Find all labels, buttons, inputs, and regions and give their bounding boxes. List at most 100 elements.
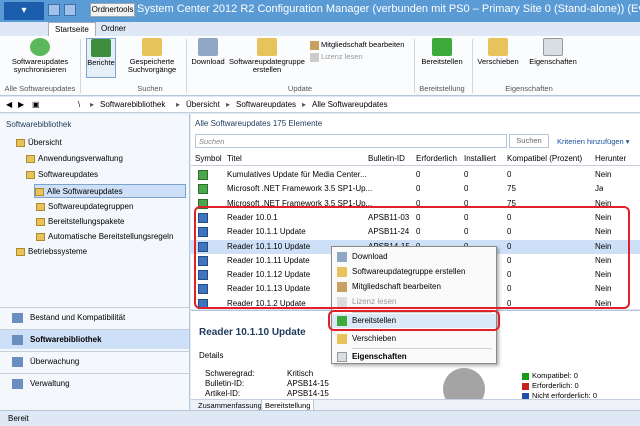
- edit-membership-button[interactable]: Mitgliedschaft bearbeiten: [310, 40, 404, 50]
- col-kompatibel[interactable]: Kompatibel (Prozent): [507, 154, 582, 163]
- app-menu-button[interactable]: ▾: [4, 2, 44, 20]
- highlight-reader-rows: [194, 206, 630, 309]
- detail-value: APSB14-15: [287, 379, 329, 388]
- menu-label: Verschieben: [352, 334, 397, 343]
- tree-item-alle-softwareupdates[interactable]: Alle Softwareupdates: [34, 184, 186, 198]
- sync-updates-button[interactable]: Softwareupdates synchronisieren: [8, 38, 72, 74]
- col-installiert[interactable]: Installiert: [464, 154, 496, 163]
- legend-label: Erforderlich: 0: [532, 381, 579, 390]
- tab-ordner[interactable]: Ordner: [95, 22, 132, 36]
- update-icon: [198, 184, 208, 195]
- tree-label: Softwareupdategruppen: [48, 202, 134, 211]
- administration-icon: [12, 379, 23, 389]
- breadcrumb-root[interactable]: \: [78, 100, 80, 109]
- table-row[interactable]: Kumulatives Update für Media Center... 0 0…: [191, 168, 640, 182]
- highlight-deploy-item: [328, 310, 500, 331]
- tree-label: Alle Softwareupdates: [47, 187, 123, 196]
- tree-item-automatische-regeln[interactable]: Automatische Bereitstellungsregeln: [36, 232, 173, 241]
- assets-icon: [12, 313, 23, 323]
- cell-title: Kumulatives Update für Media Center...: [227, 170, 367, 179]
- table-row[interactable]: Microsoft .NET Framework 3.5 SP1-Up... 0 0…: [191, 182, 640, 196]
- workspace-bestand[interactable]: Bestand und Kompatibilität: [0, 307, 189, 327]
- detail-key: Artikel-ID:: [205, 389, 241, 398]
- move-button[interactable]: Verschieben: [476, 38, 520, 66]
- window-title: System Center 2012 R2 Configuration Mana…: [137, 3, 640, 15]
- edit-icon: [310, 40, 319, 50]
- sync-icon: [30, 38, 50, 56]
- add-criteria-link[interactable]: Kriterien hinzufügen ▾: [557, 137, 630, 146]
- breadcrumb-alle-softwareupdates[interactable]: Alle Softwareupdates: [312, 100, 388, 109]
- tree-item-betriebssysteme[interactable]: Betriebssysteme: [16, 247, 87, 256]
- create-update-group-button[interactable]: Softwareupdategruppe erstellen: [228, 38, 306, 74]
- group-label-alle: Alle Softwareupdates: [4, 84, 76, 93]
- search-input[interactable]: Suchen: [195, 134, 507, 148]
- license-icon: [310, 52, 319, 62]
- detail-key: Bulletin-ID:: [205, 379, 245, 388]
- properties-button[interactable]: Eigenschaften: [526, 38, 580, 66]
- folder-icon: [16, 247, 25, 256]
- breadcrumb-uebersicht[interactable]: Übersicht: [186, 100, 220, 109]
- tree-label: Anwendungsverwaltung: [38, 154, 123, 163]
- legend-label: Kompatibel: 0: [532, 371, 578, 380]
- workspace-verwaltung[interactable]: Verwaltung: [0, 373, 189, 393]
- col-bulletin[interactable]: Bulletin-ID: [368, 154, 405, 163]
- list-title: Alle Softwareupdates: [195, 119, 271, 128]
- context-tab-ordnertools[interactable]: Ordnertools: [90, 3, 135, 17]
- nav-up-icon[interactable]: ▣: [32, 100, 40, 109]
- read-license-button: Lizenz lesen: [310, 52, 363, 62]
- ribbon-separator: [80, 39, 81, 93]
- download-label: Download: [191, 57, 225, 66]
- cell-comp: 0: [507, 170, 512, 179]
- workspace-label: Bestand und Kompatibilität: [30, 313, 126, 322]
- breadcrumb-softwareupdates[interactable]: Softwareupdates: [236, 100, 296, 109]
- refresh-icon[interactable]: [64, 4, 76, 16]
- tree-item-softwareupdategruppen[interactable]: Softwareupdategruppen: [36, 202, 133, 211]
- search-button[interactable]: Suchen: [509, 134, 549, 148]
- ribbon: Softwareupdates synchronisieren Alle Sof…: [0, 36, 640, 96]
- move-icon: [337, 334, 347, 344]
- report-icon: [91, 39, 111, 57]
- nav-forward-icon[interactable]: ▶: [18, 100, 24, 109]
- tree-item-uebersicht[interactable]: Übersicht: [16, 138, 62, 147]
- download-button[interactable]: Download: [190, 38, 226, 66]
- update-icon: [198, 170, 208, 180]
- berichte-button[interactable]: Berichte: [86, 38, 116, 78]
- breadcrumb-separator: ▸: [302, 100, 307, 109]
- saved-searches-button[interactable]: Gespeicherte Suchvorgänge: [122, 38, 182, 74]
- cell-down: Nein: [595, 170, 612, 179]
- workspace-softwarebibliothek[interactable]: Softwarebibliothek: [0, 329, 189, 349]
- menu-label: Eigenschaften: [352, 352, 407, 361]
- tree-label: Bereitstellungspakete: [48, 217, 125, 226]
- list-header: Alle Softwareupdates 175 Elemente: [195, 119, 322, 128]
- breadcrumb-softwarebibliothek[interactable]: Softwarebibliothek: [100, 100, 165, 109]
- col-symbol[interactable]: Symbol: [195, 154, 222, 163]
- properties-icon: [337, 352, 347, 362]
- tree-item-softwareupdates[interactable]: Softwareupdates: [26, 170, 98, 179]
- detail-key: Schweregrad:: [205, 369, 255, 378]
- library-icon: [12, 335, 23, 345]
- menu-item-move[interactable]: Verschieben: [332, 332, 496, 346]
- back-icon[interactable]: [48, 4, 60, 16]
- ribbon-tabs: Startseite Ordner: [0, 22, 640, 36]
- deploy-button[interactable]: Bereitstellen: [418, 38, 466, 66]
- cell-title: Microsoft .NET Framework 3.5 SP1-Up...: [227, 184, 373, 194]
- legend-swatch: [522, 372, 529, 380]
- tree-label: Betriebssysteme: [28, 247, 88, 256]
- nav-header: Softwarebibliothek: [6, 120, 72, 129]
- tree-item-anwendungsverwaltung[interactable]: Anwendungsverwaltung: [26, 154, 123, 163]
- tab-startseite[interactable]: Startseite: [48, 22, 96, 36]
- package-icon: [36, 217, 45, 226]
- nav-back-icon[interactable]: ◀: [6, 100, 12, 109]
- workspace-ueberwachung[interactable]: Überwachung: [0, 351, 189, 371]
- menu-item-properties[interactable]: Eigenschaften: [332, 350, 496, 364]
- col-erforderlich[interactable]: Erforderlich: [416, 154, 457, 163]
- tree-item-bereitstellungspakete[interactable]: Bereitstellungspakete: [36, 217, 125, 226]
- workspace-label: Verwaltung: [30, 379, 70, 388]
- group-label-bereitstellung: Bereitstellung: [419, 84, 465, 93]
- col-titel[interactable]: Titel: [227, 154, 242, 163]
- col-heruntergeladen[interactable]: Herunter: [595, 154, 639, 163]
- cell-inst: 0: [464, 170, 469, 179]
- folder-icon: [16, 138, 25, 147]
- monitoring-icon: [12, 357, 23, 367]
- tree-label: Übersicht: [28, 138, 62, 147]
